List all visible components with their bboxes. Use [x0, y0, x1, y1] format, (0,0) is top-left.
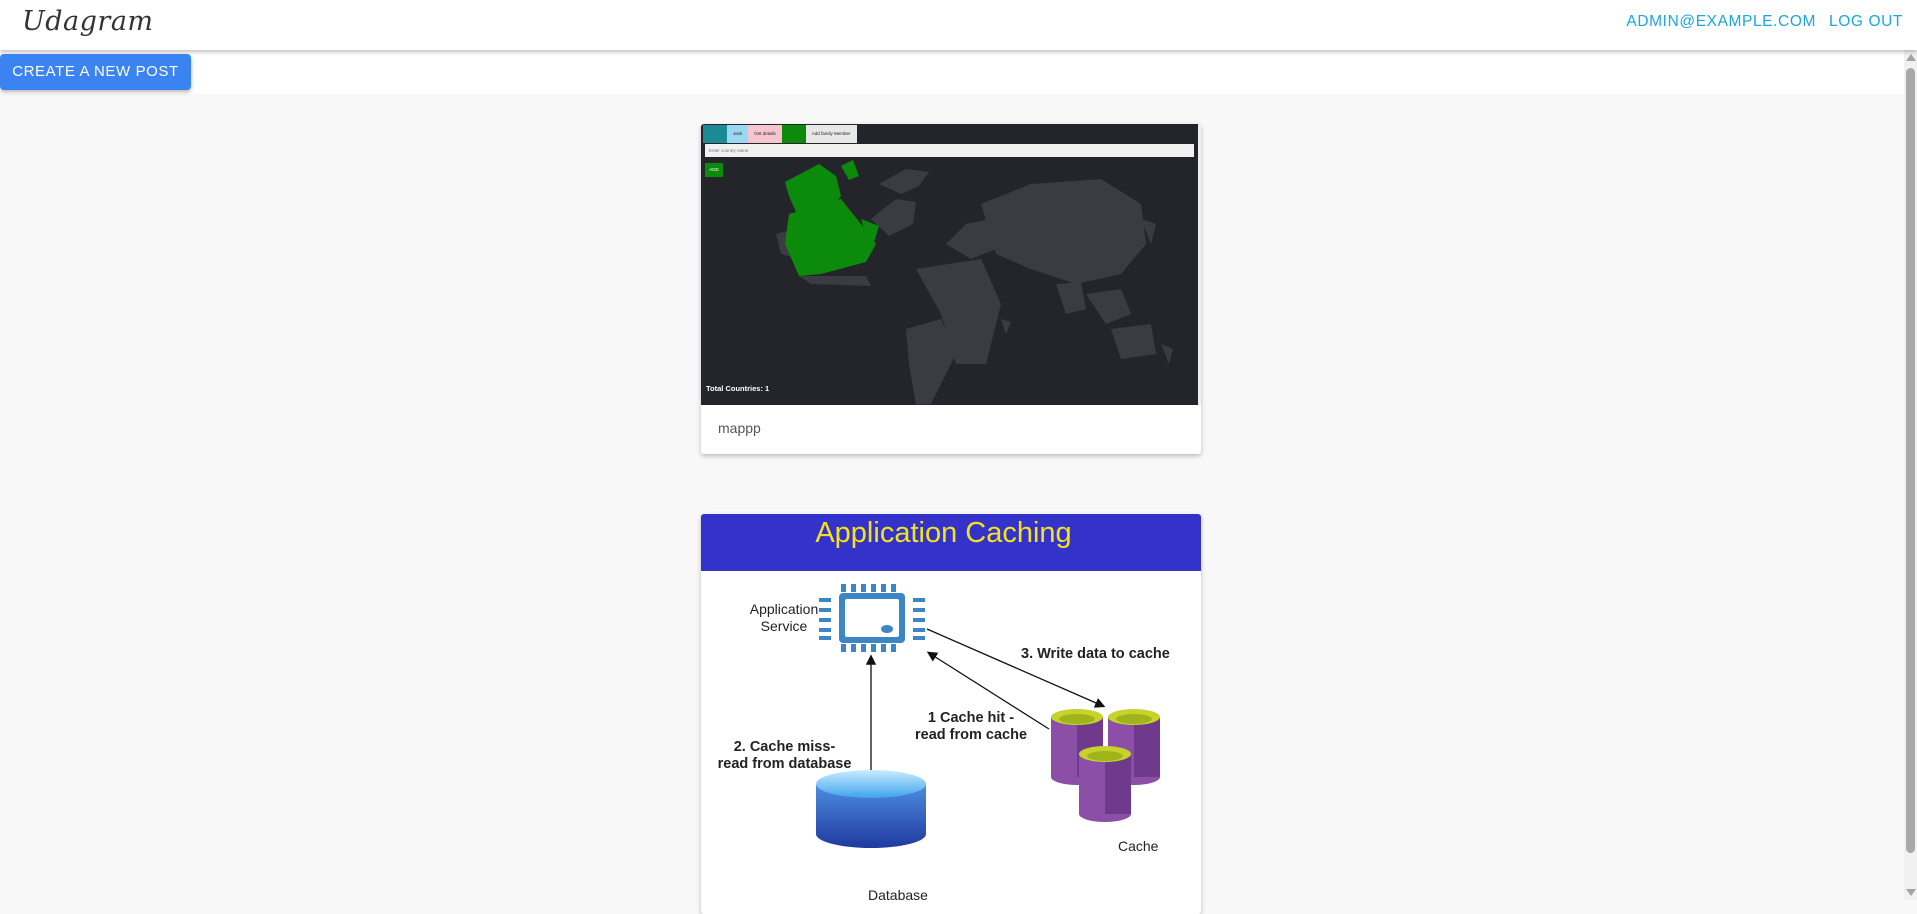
scroll-thumb[interactable] [1906, 68, 1915, 853]
post-card: Jack Get details Add family Member Enter… [701, 124, 1201, 454]
mini-tab: Get details [748, 125, 782, 143]
total-countries-label: Total Countries: 1 [706, 384, 770, 393]
mini-country-input: Enter country name [705, 144, 1194, 157]
map-highlighted-country [785, 160, 879, 276]
scroll-down-arrow-icon[interactable] [1906, 889, 1916, 896]
step3-label: 3. Write data to cache [1021, 646, 1170, 662]
database-label: Database [868, 887, 928, 903]
top-toolbar: Udagram ADMIN@EXAMPLE.COM LOG OUT [0, 0, 1917, 50]
mini-tab-bar: Jack Get details Add family Member [703, 125, 857, 143]
service-label: Application Service [749, 601, 819, 634]
post-image: Application Caching Application Service … [701, 514, 1201, 914]
arrow-service-to-cache [926, 628, 1106, 708]
logout-button[interactable]: LOG OUT [1829, 13, 1903, 31]
mini-add-button: ADD [705, 163, 723, 177]
step2-label: 2. Cache miss- read from database [717, 739, 852, 772]
post-image: Jack Get details Add family Member Enter… [701, 124, 1198, 405]
mini-tab: Jack [727, 125, 749, 143]
post-caption: mappp [718, 420, 761, 436]
post-card: Application Caching Application Service … [701, 514, 1201, 914]
scroll-up-arrow-icon[interactable] [1906, 54, 1916, 61]
mini-tab [703, 125, 727, 143]
mini-tab [781, 125, 806, 143]
step1-label: 1 Cache hit - read from cache [914, 710, 1028, 743]
chip-icon [819, 584, 925, 652]
database-icon [816, 770, 926, 848]
action-bar [0, 50, 1904, 94]
mini-tab: Add family Member [805, 125, 857, 143]
brand-logo[interactable]: Udagram [22, 6, 154, 37]
image-gutter [1198, 124, 1201, 405]
cache-icon [1051, 709, 1160, 822]
world-map-graphic [776, 160, 1173, 405]
user-email-link[interactable]: ADMIN@EXAMPLE.COM [1626, 13, 1816, 31]
page-scrollbar[interactable] [1904, 50, 1917, 900]
create-post-button[interactable]: CREATE A NEW POST [0, 54, 191, 90]
cache-label: Cache [1118, 838, 1159, 854]
